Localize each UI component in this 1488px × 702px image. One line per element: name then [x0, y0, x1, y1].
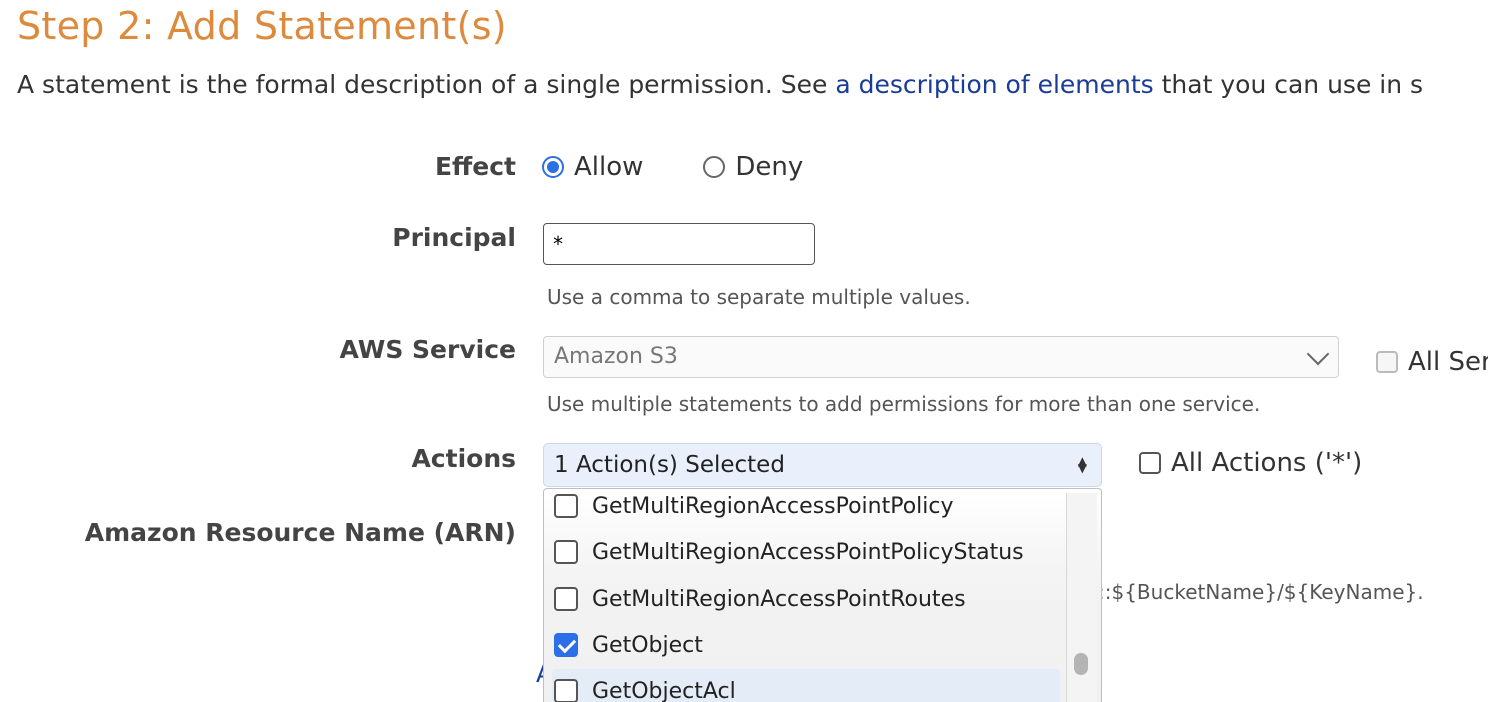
all-services-checkbox[interactable]: [1376, 351, 1398, 373]
action-option[interactable]: GetMultiRegionAccessPointPolicyStatus: [554, 532, 1024, 572]
page-title: Step 2: Add Statement(s): [17, 4, 507, 48]
principal-help: Use a comma to separate multiple values.: [547, 285, 971, 309]
actions-dropdown-list[interactable]: GetMultiRegionAccessPointPolicy GetMulti…: [543, 488, 1102, 702]
all-actions-option[interactable]: All Actions ('*'): [1139, 448, 1362, 478]
deny-label: Deny: [735, 152, 804, 182]
sort-arrows-icon: ▲ ▼: [1077, 454, 1087, 475]
principal-label: Principal: [392, 223, 516, 252]
effect-allow-option[interactable]: Allow: [542, 152, 643, 182]
aws-service-select[interactable]: Amazon S3: [543, 336, 1339, 378]
actions-label: Actions: [411, 444, 516, 473]
arn-hint: ::${BucketName}/${KeyName}.: [1098, 580, 1424, 604]
action-label: GetMultiRegionAccessPointRoutes: [592, 586, 966, 612]
effect-radio-group: Allow Deny: [542, 152, 803, 182]
effect-deny-option[interactable]: Deny: [703, 152, 803, 182]
effect-label: Effect: [434, 152, 516, 181]
action-checkbox[interactable]: [554, 679, 578, 702]
action-label: GetObject: [592, 632, 703, 658]
intro-prefix: A statement is the formal description of…: [17, 70, 836, 99]
action-label: GetMultiRegionAccessPointPolicyStatus: [592, 539, 1024, 565]
elements-description-link[interactable]: a description of elements: [835, 70, 1153, 99]
action-checkbox[interactable]: [554, 587, 578, 611]
all-actions-checkbox[interactable]: [1139, 452, 1161, 474]
action-label: GetObjectAcl: [592, 678, 736, 702]
allow-radio[interactable]: [542, 156, 564, 178]
action-option[interactable]: GetObject: [554, 625, 703, 665]
chevron-down-icon: [1306, 342, 1330, 366]
policy-generator-page: Step 2: Add Statement(s) A statement is …: [0, 0, 1488, 702]
arn-label: Amazon Resource Name (ARN): [84, 518, 516, 547]
dropdown-scrollbar-thumb[interactable]: [1074, 653, 1088, 675]
action-checkbox-checked[interactable]: [554, 633, 578, 657]
actions-summary: 1 Action(s) Selected: [554, 452, 785, 478]
intro-text: A statement is the formal description of…: [17, 70, 1423, 99]
all-actions-label: All Actions ('*'): [1171, 448, 1363, 478]
all-services-label: All Ser: [1408, 347, 1488, 377]
aws-service-help: Use multiple statements to add permissio…: [547, 392, 1261, 416]
action-checkbox[interactable]: [554, 540, 578, 564]
actions-select[interactable]: 1 Action(s) Selected ▲ ▼: [543, 443, 1102, 487]
action-option[interactable]: GetMultiRegionAccessPointRoutes: [554, 579, 966, 619]
deny-radio[interactable]: [703, 156, 726, 178]
action-label: GetMultiRegionAccessPointPolicy: [592, 493, 954, 519]
aws-service-label: AWS Service: [339, 335, 516, 364]
action-checkbox[interactable]: [554, 494, 578, 518]
action-option[interactable]: GetObjectAcl: [554, 671, 736, 702]
aws-service-value: Amazon S3: [554, 344, 678, 369]
principal-input[interactable]: [543, 223, 815, 265]
all-services-option[interactable]: All Ser: [1376, 347, 1488, 377]
action-option[interactable]: GetMultiRegionAccessPointPolicy: [554, 489, 954, 526]
intro-suffix: that you can use in s: [1153, 70, 1424, 99]
allow-label: Allow: [574, 152, 644, 182]
